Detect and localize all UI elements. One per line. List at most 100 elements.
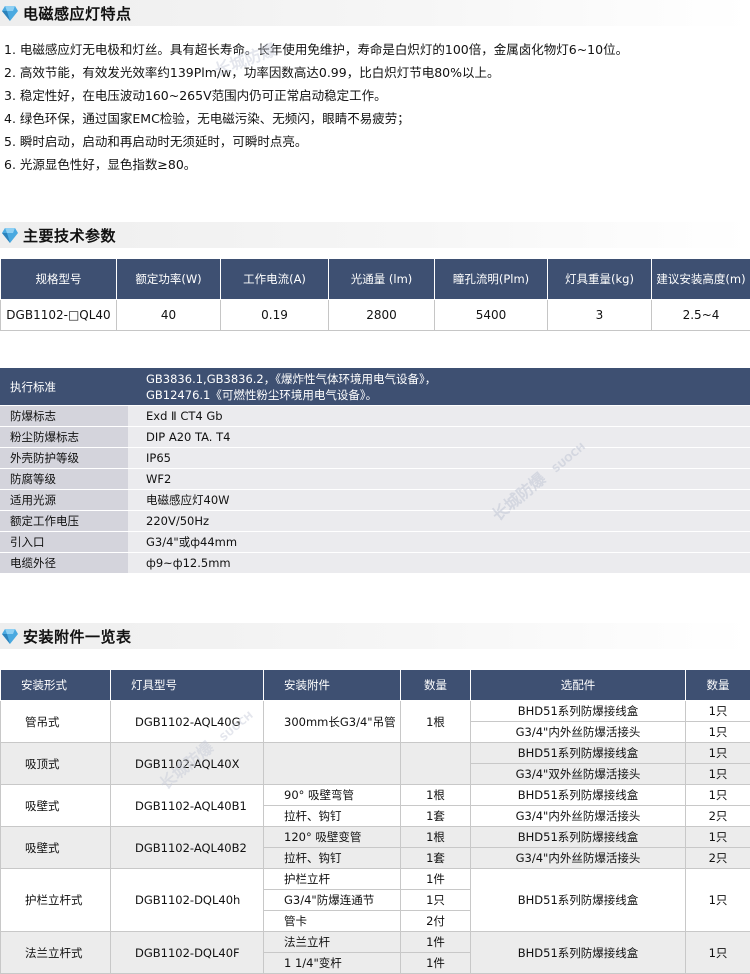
option-qty: 1只 [686, 764, 750, 785]
option-name: G3/4"内外丝防爆活接头 [471, 848, 686, 869]
install-form: 吸壁式 [1, 827, 111, 869]
column-header: 工作电流(A) [221, 259, 329, 300]
table-cell: 0.19 [221, 300, 329, 331]
fitting-qty: 1套 [401, 848, 471, 869]
spec-value: 220V/50Hz [128, 511, 750, 532]
column-header: 安装附件 [264, 670, 401, 701]
fitting-qty: 1根 [401, 701, 471, 743]
table-row: 管吊式 DGB1102-AQL40G 300mm长G3/4"吊管 1根 BHD5… [1, 701, 750, 722]
table-header-row: 安装形式 灯具型号 安装附件 数量 选配件 数量 [1, 670, 750, 701]
option-qty: 1只 [686, 932, 750, 974]
spec-value: DIP A20 TA. T4 [128, 427, 750, 448]
spec-row: 引入口G3/4"或ф44mm [0, 532, 750, 553]
column-header: 建议安装高度(m) [652, 259, 750, 300]
spec-value-line: GB3836.1,GB3836.2，《爆炸性气体环境用电气设备》， [146, 372, 436, 386]
table-cell: 40 [117, 300, 221, 331]
fitting-name: 拉杆、钩钉 [264, 848, 401, 869]
option-qty: 1只 [686, 701, 750, 722]
fitting-name: 管卡 [264, 911, 401, 932]
section-header-features: 电磁感应灯特点 [0, 0, 750, 26]
spec-value-line: GB12476.1《可燃性粉尘环境用电气设备》。 [146, 388, 377, 402]
column-header: 选配件 [471, 670, 686, 701]
fitting-name: 拉杆、钩钉 [264, 806, 401, 827]
option-qty: 1只 [686, 827, 750, 848]
lamp-model: DGB1102-AQL40G [111, 701, 264, 743]
option-name: BHD51系列防爆接线盒 [471, 743, 686, 764]
feature-item: 1. 电磁感应灯无电极和灯丝。具有超长寿命。长年使用免维护，寿命是白炽灯的100… [4, 38, 744, 61]
section-title: 安装附件一览表 [23, 626, 132, 647]
option-name: G3/4"双外丝防爆活接头 [471, 764, 686, 785]
table-row: 法兰立杆式 DGB1102-DQL40F 法兰立杆 1件 BHD51系列防爆接线… [1, 932, 750, 953]
spec-row: 外壳防护等级IP65 [0, 448, 750, 469]
table-cell: 2800 [329, 300, 435, 331]
lamp-model: DGB1102-AQL40B1 [111, 785, 264, 827]
fitting-name: 300mm长G3/4"吊管 [264, 701, 401, 743]
spec-row: 防腐等级WF2 [0, 469, 750, 490]
spec-label: 防腐等级 [0, 469, 128, 490]
table-row: 吸顶式 DGB1102-AQL40X BHD51系列防爆接线盒 1只 [1, 743, 750, 764]
fitting-qty [401, 743, 471, 785]
table-cell: DGB1102-□QL40 [1, 300, 117, 331]
column-header: 灯具型号 [111, 670, 264, 701]
accessories-table: 安装形式 灯具型号 安装附件 数量 选配件 数量 管吊式 DGB1102-AQL… [0, 669, 750, 974]
fitting-qty: 1件 [401, 869, 471, 890]
spec-label: 引入口 [0, 532, 128, 553]
table-row: DGB1102-□QL40 40 0.19 2800 5400 3 2.5~4 [1, 300, 750, 331]
spec-label: 外壳防护等级 [0, 448, 128, 469]
spec-value: 电磁感应灯40W [128, 490, 750, 511]
option-qty: 2只 [686, 848, 750, 869]
fitting-name: G3/4"防爆连通节 [264, 890, 401, 911]
option-name: BHD51系列防爆接线盒 [471, 785, 686, 806]
table-row: 吸壁式 DGB1102-AQL40B2 120° 吸壁变管 1根 BHD51系列… [1, 827, 750, 848]
params-table: 规格型号 额定功率(W) 工作电流(A) 光通量 (lm) 瞳孔流明(Plm) … [0, 258, 750, 331]
column-header: 安装形式 [1, 670, 111, 701]
section-header-params: 主要技术参数 [0, 222, 750, 248]
table-cell: 3 [548, 300, 652, 331]
specs-table: 执行标准 GB3836.1,GB3836.2，《爆炸性气体环境用电气设备》，GB… [0, 368, 750, 574]
table-header-row: 规格型号 额定功率(W) 工作电流(A) 光通量 (lm) 瞳孔流明(Plm) … [1, 259, 750, 300]
spec-row: 电缆外径ф9~ф12.5mm [0, 553, 750, 574]
fitting-qty: 2付 [401, 911, 471, 932]
option-name: G3/4"内外丝防爆活接头 [471, 806, 686, 827]
table-cell: 5400 [435, 300, 548, 331]
fitting-qty: 1件 [401, 953, 471, 974]
fitting-name: 120° 吸壁变管 [264, 827, 401, 848]
section-title: 主要技术参数 [23, 225, 116, 246]
spec-row: 防爆标志Exd Ⅱ CT4 Gb [0, 406, 750, 427]
option-qty: 2只 [686, 806, 750, 827]
fitting-name: 护栏立杆 [264, 869, 401, 890]
option-qty: 1只 [686, 722, 750, 743]
option-qty: 1只 [686, 785, 750, 806]
spec-label: 适用光源 [0, 490, 128, 511]
column-header: 瞳孔流明(Plm) [435, 259, 548, 300]
install-form: 法兰立杆式 [1, 932, 111, 974]
diamond-icon [2, 627, 18, 645]
spec-value: G3/4"或ф44mm [128, 532, 750, 553]
fitting-qty: 1根 [401, 785, 471, 806]
table-row: 护栏立杆式 DGB1102-DQL40h 护栏立杆 1件 BHD51系列防爆接线… [1, 869, 750, 890]
column-header: 数量 [686, 670, 750, 701]
lamp-model: DGB1102-AQL40B2 [111, 827, 264, 869]
column-header: 规格型号 [1, 259, 117, 300]
feature-list: 1. 电磁感应灯无电极和灯丝。具有超长寿命。长年使用免维护，寿命是白炽灯的100… [4, 38, 744, 176]
section-header-accessories: 安装附件一览表 [0, 623, 750, 649]
fitting-name: 1 1/4"变杆 [264, 953, 401, 974]
diamond-icon [2, 226, 18, 244]
spec-label: 电缆外径 [0, 553, 128, 574]
feature-item: 2. 高效节能，有效发光效率约139Plm/w，功率因数高达0.99，比白炽灯节… [4, 61, 744, 84]
spec-row: 适用光源电磁感应灯40W [0, 490, 750, 511]
option-name: G3/4"内外丝防爆活接头 [471, 722, 686, 743]
option-name: BHD51系列防爆接线盒 [471, 701, 686, 722]
fitting-name: 90° 吸壁弯管 [264, 785, 401, 806]
option-name: BHD51系列防爆接线盒 [471, 932, 686, 974]
feature-item: 5. 瞬时启动，启动和再启动时无须延时，可瞬时点亮。 [4, 130, 744, 153]
diamond-icon [2, 4, 18, 22]
feature-item: 4. 绿色环保，通过国家EMC检验，无电磁污染、无频闪，眼睛不易疲劳； [4, 107, 744, 130]
spec-value: ф9~ф12.5mm [128, 553, 750, 574]
fitting-qty: 1套 [401, 806, 471, 827]
feature-item: 3. 稳定性好，在电压波动160~265V范围内仍可正常启动稳定工作。 [4, 84, 744, 107]
spec-label: 防爆标志 [0, 406, 128, 427]
lamp-model: DGB1102-DQL40F [111, 932, 264, 974]
spec-value: IP65 [128, 448, 750, 469]
option-name: BHD51系列防爆接线盒 [471, 827, 686, 848]
